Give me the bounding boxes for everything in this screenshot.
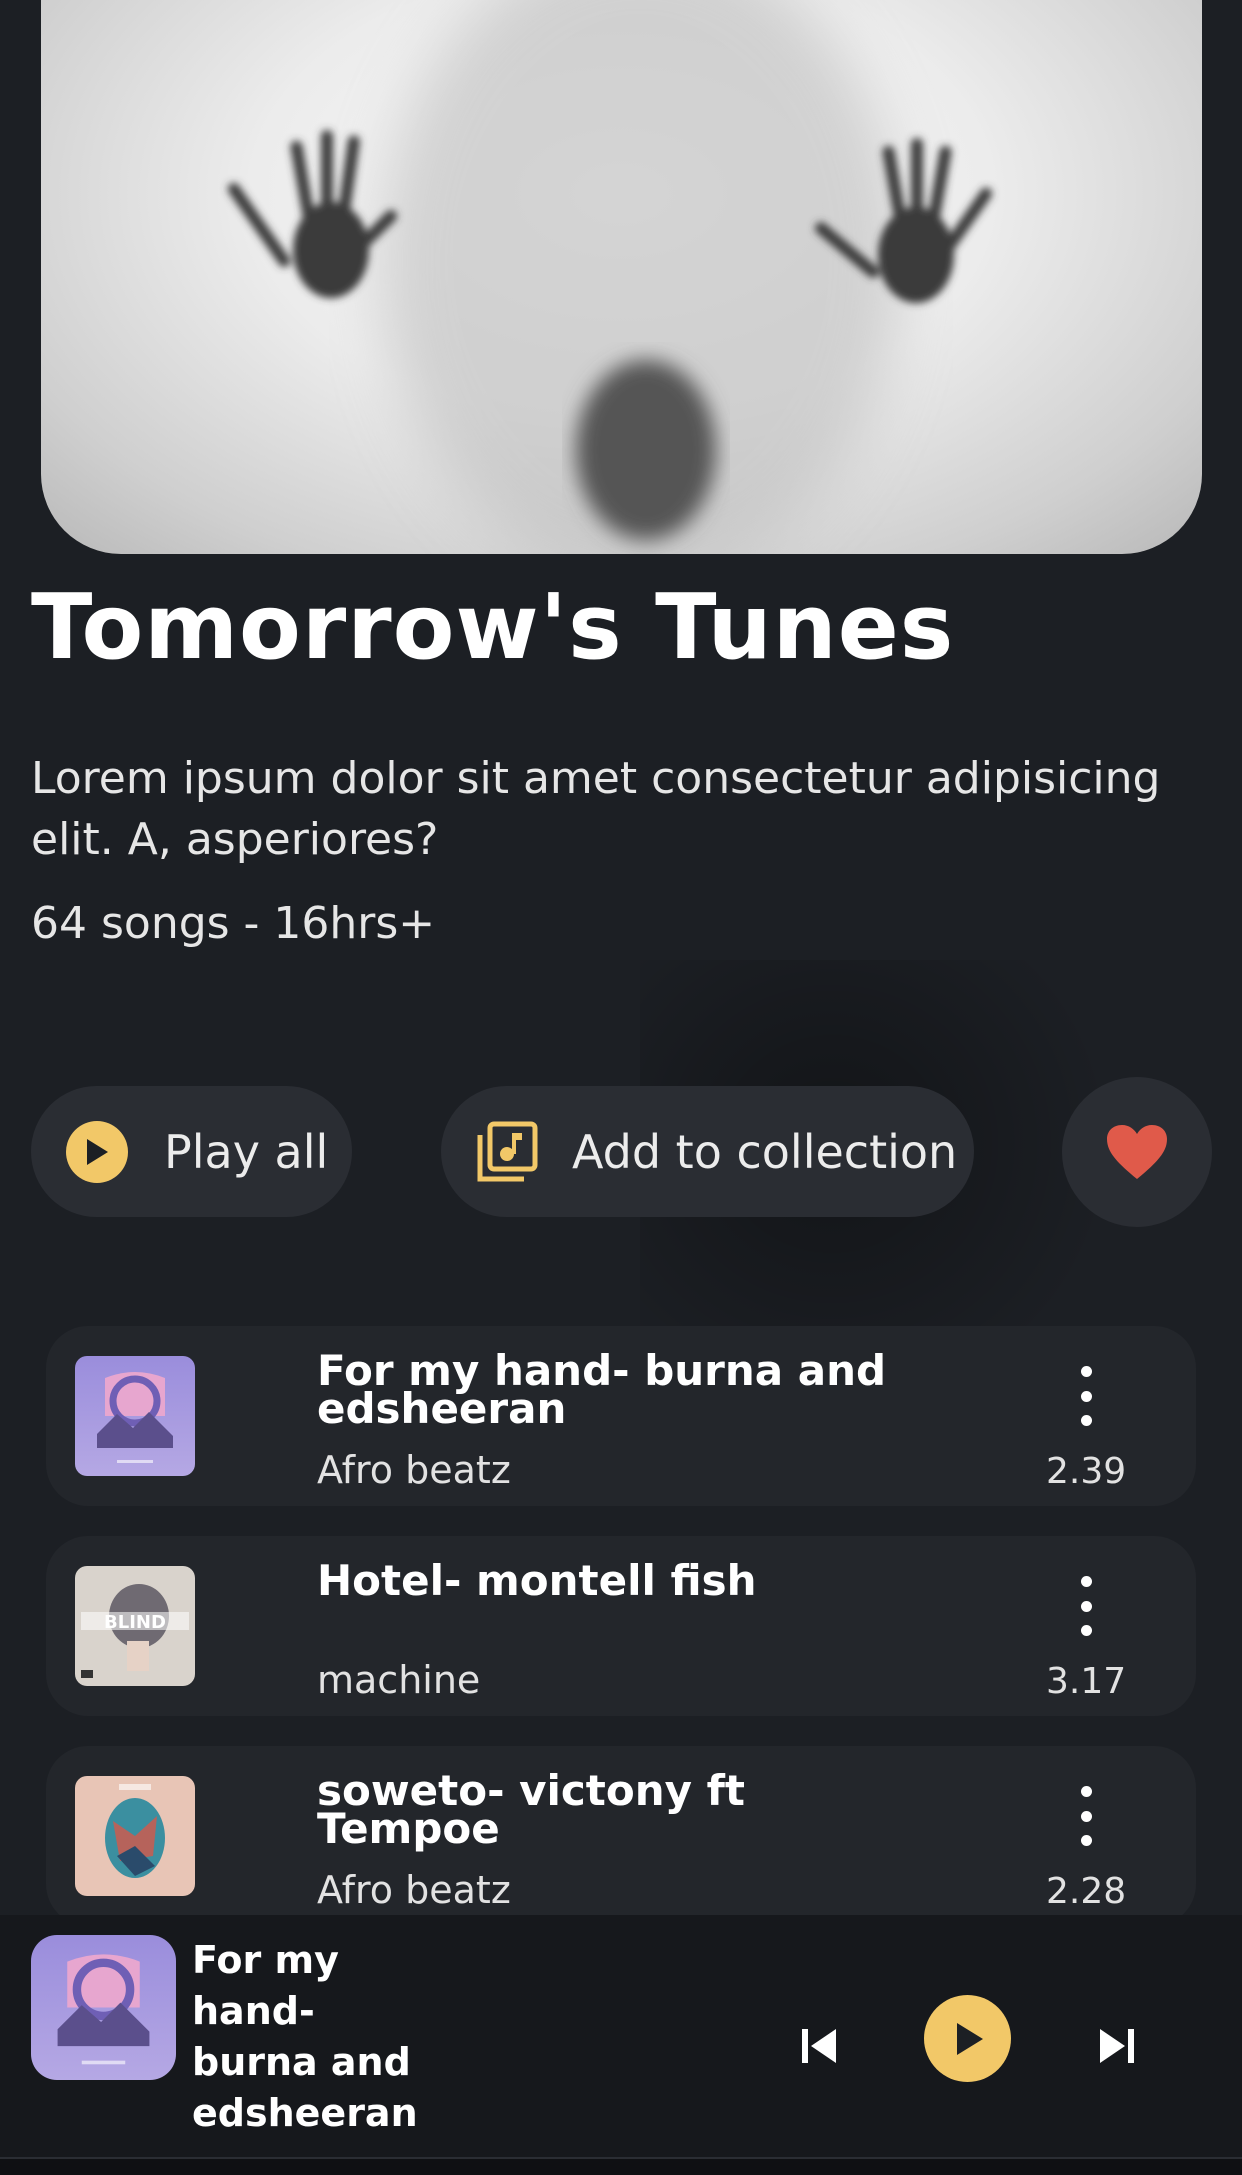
heart-icon (1107, 1125, 1167, 1179)
playlist-cover-image (41, 0, 1202, 554)
track-title: For my hand- burna and edsheeran (317, 1346, 887, 1433)
playlist-description: Lorem ipsum dolor sit amet consectetur a… (31, 753, 1161, 865)
track-duration: 3.17 (1046, 1661, 1127, 1702)
playlist-title: Tomorrow's Tunes (31, 575, 955, 680)
library-music-icon (477, 1121, 538, 1181)
track-duration: 2.39 (1046, 1451, 1127, 1492)
play-all-label: Play all (164, 1124, 329, 1179)
now-playing-title: For my hand- burna and edsheeran (192, 1938, 418, 2135)
track-artist: Afro beatz (317, 1868, 511, 1912)
svg-text:BLIND: BLIND (104, 1612, 166, 1633)
track-title: Hotel- montell fish (317, 1556, 757, 1605)
track-album-art (75, 1776, 195, 1896)
play-icon (66, 1120, 128, 1183)
skip-previous-icon (802, 2029, 836, 2063)
skip-next-icon (1100, 2029, 1134, 2063)
add-to-collection-label: Add to collection (572, 1124, 958, 1179)
play-button[interactable] (924, 1995, 1011, 2082)
play-icon (956, 2022, 983, 2055)
track-artist: Afro beatz (317, 1448, 511, 1492)
more-options-icon[interactable] (1066, 1786, 1106, 1846)
track-row[interactable]: For my hand- burna and edsheeran Afro be… (46, 1326, 1196, 1506)
track-artist: machine (317, 1658, 481, 1702)
favorite-button[interactable] (1062, 1077, 1212, 1227)
track-album-art: BLIND (75, 1566, 195, 1686)
now-playing-bar[interactable]: For my hand- burna and edsheeran (0, 1915, 1242, 2160)
playlist-meta: 64 songs - 16hrs+ (31, 898, 436, 949)
next-button[interactable] (1093, 2022, 1141, 2070)
track-album-art (75, 1356, 195, 1476)
now-playing-album-art (31, 1935, 176, 2080)
more-options-icon[interactable] (1066, 1366, 1106, 1426)
bottom-edge (0, 2157, 1242, 2175)
track-row[interactable]: soweto- victony ft Tempoe Afro beatz 2.2… (46, 1746, 1196, 1926)
add-to-collection-button[interactable]: Add to collection (441, 1086, 974, 1217)
previous-button[interactable] (795, 2022, 843, 2070)
track-duration: 2.28 (1046, 1871, 1127, 1912)
track-title: soweto- victony ft Tempoe (317, 1766, 745, 1853)
track-row[interactable]: BLIND Hotel- montell fish machine 3.17 (46, 1536, 1196, 1716)
play-all-button[interactable]: Play all (31, 1086, 352, 1217)
more-options-icon[interactable] (1066, 1576, 1106, 1636)
